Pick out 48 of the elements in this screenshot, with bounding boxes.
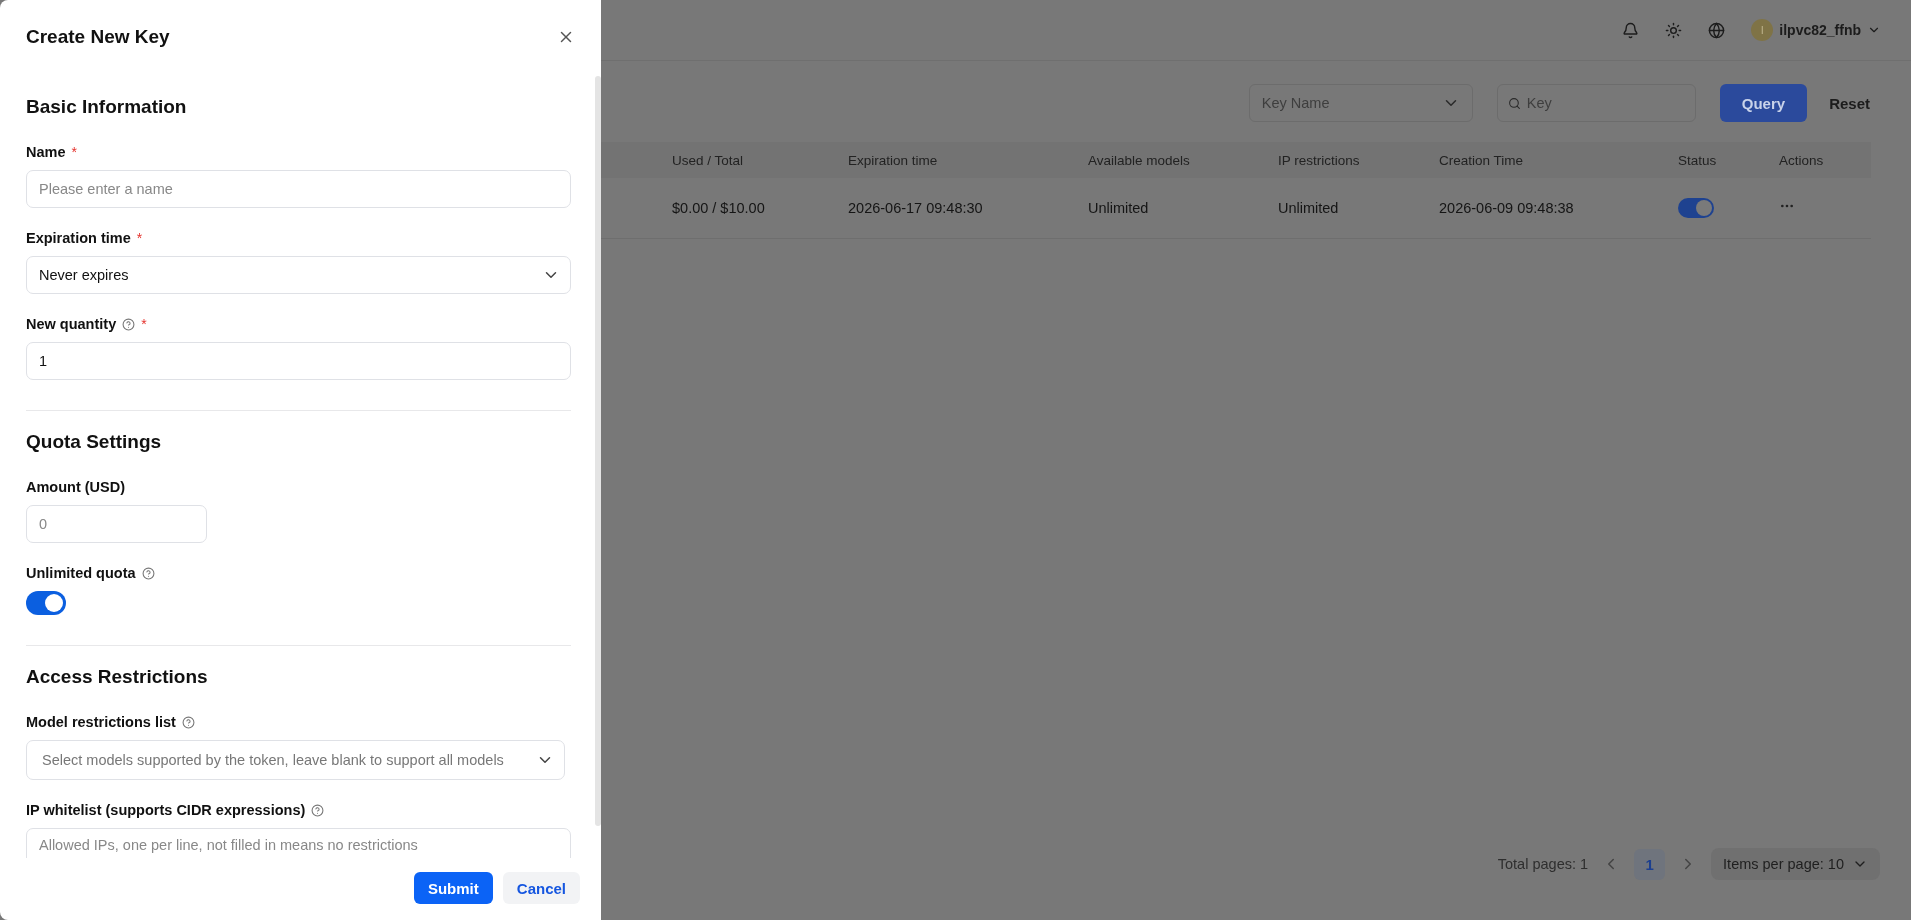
column-header: Actions [1779,152,1825,168]
column-header: Creation Time [1439,152,1525,168]
reset-button[interactable]: Reset [1829,84,1870,122]
input-field[interactable]: 1 [26,342,571,380]
column-header: Used / Total [672,152,745,168]
field-label: New quantity [26,316,117,332]
field-label: Unlimited quota [26,565,136,581]
input-field[interactable]: Please enter a name [26,170,571,208]
page-button[interactable]: 1 [1634,848,1666,880]
query-button[interactable]: Query [1719,84,1808,122]
table-cell-text: Unlimited [1088,200,1150,216]
toggle-switch[interactable] [26,591,66,615]
page-size-select[interactable]: Items per page: 10 [1711,848,1880,880]
section-title: Basic Information [26,96,188,118]
search-field[interactable]: Key [1496,84,1696,122]
drawer-title: Create New Key [26,26,170,48]
column-header: Expiration time [848,152,939,168]
table-cell-text: 2026-06-17 09:48:30 [848,200,984,216]
select-field[interactable]: Select models supported by the token, leave blank to support all models [26,740,565,780]
globe-icon[interactable] [1708,21,1726,39]
section-title: Quota Settings [26,431,163,453]
search-icon [1507,96,1521,110]
submit-button[interactable]: Submit [413,872,493,904]
table-cell-text: $0.00 / $10.00 [672,200,766,216]
required-mark: * [141,316,147,332]
select-field[interactable]: Key Name [1248,84,1473,122]
text-area[interactable]: Allowed IPs, one per line, not filled in means no restrictions [26,828,571,858]
username[interactable]: ilpvc82_ffnb [1779,22,1861,38]
required-mark: * [136,230,143,246]
column-header: IP restrictions [1278,152,1361,168]
total-pages: Total pages: 1 [1497,856,1589,872]
table-cell-text: 2026-06-09 09:48:38 [1439,200,1575,216]
cancel-button[interactable]: Cancel [502,872,580,904]
field-label: Name [26,144,66,160]
table-cell-text: Unlimited [1278,200,1340,216]
required-mark: * [71,144,77,160]
section-title: Access Restrictions [26,666,209,688]
notification-icon[interactable] [1622,21,1640,39]
status-toggle[interactable] [1678,198,1714,218]
column-header: Status [1678,152,1718,168]
select-field[interactable]: Never expires [26,256,571,294]
field-label: Model restrictions list [26,714,176,730]
sun-icon[interactable] [1665,21,1683,39]
column-header: Available models [1088,152,1191,168]
field-label: Expiration time [26,230,131,246]
input-field[interactable]: 0 [26,505,207,543]
field-label: IP whitelist (supports CIDR expressions) [26,802,306,818]
field-label: Amount (USD) [26,479,126,495]
